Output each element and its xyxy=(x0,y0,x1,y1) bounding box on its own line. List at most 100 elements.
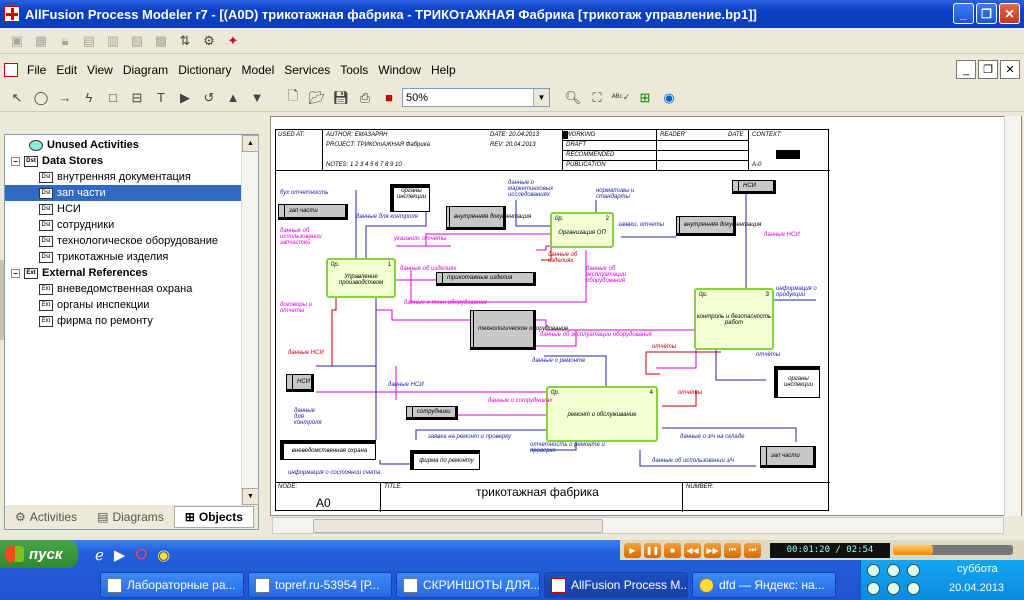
report-icon[interactable]: ▤ xyxy=(78,31,100,51)
play-icon[interactable]: ▶ xyxy=(624,542,641,558)
stop-icon[interactable]: ■ xyxy=(664,542,681,558)
external-reference[interactable]: фирма по ремонту xyxy=(410,450,480,470)
undo-icon[interactable]: ↺ xyxy=(198,88,220,108)
activity-box[interactable]: 0р. ремонт и обслуживание 4 xyxy=(546,386,658,442)
menu-model[interactable]: Model xyxy=(237,63,280,77)
minimize-button[interactable]: _ xyxy=(953,3,974,24)
lock-icon[interactable]: 🔒︎ xyxy=(54,31,76,51)
scroll-up-icon[interactable]: ▲ xyxy=(242,135,259,152)
model-icon[interactable]: ▣ xyxy=(6,31,28,51)
chevron-down-icon[interactable]: ▼ xyxy=(533,89,549,106)
task-button[interactable]: dfd — Яндекс: на... xyxy=(692,572,836,598)
next-icon[interactable]: ⏭ xyxy=(744,542,761,558)
external-reference[interactable]: органы инспекции xyxy=(390,184,430,212)
squiggle-tool-icon[interactable]: ϟ xyxy=(78,88,100,108)
color-icon[interactable]: ■ xyxy=(378,88,400,108)
pause-icon[interactable]: ❚❚ xyxy=(644,542,661,558)
external-reference[interactable]: вневедомственная охрана xyxy=(280,440,376,460)
doc-minimize-button[interactable]: _ xyxy=(956,60,976,79)
zoom-select[interactable]: 50% ▼ xyxy=(402,88,550,107)
tab-activities[interactable]: ⚙ Activities xyxy=(5,510,87,524)
diagram-canvas[interactable]: USED AT: AUTHOR: ЕМАЗАРЯН PROJECT: ТРИКО… xyxy=(270,116,1022,516)
document-icon[interactable] xyxy=(4,63,18,77)
go-child-icon[interactable]: ▶ xyxy=(174,88,196,108)
open-icon[interactable]: 📂︎ xyxy=(306,88,328,108)
data-store[interactable]: внутренняя документация xyxy=(676,216,761,236)
go-up-icon[interactable]: ▲ xyxy=(222,88,244,108)
menu-window[interactable]: Window xyxy=(373,63,426,77)
tree-ds-item[interactable]: Dst внутренняя документация xyxy=(39,169,191,185)
antivirus-icon[interactable] xyxy=(887,564,900,577)
box-tool-icon[interactable]: □ xyxy=(102,88,124,108)
volume-icon[interactable] xyxy=(907,564,920,577)
canvas-horizontal-scrollbar[interactable] xyxy=(272,517,1004,534)
menu-diagram[interactable]: Diagram xyxy=(118,63,173,77)
tree-unused-activities[interactable]: Unused Activities xyxy=(29,137,139,153)
media-progress[interactable] xyxy=(893,545,1013,555)
model-explorer-icon[interactable]: ▦ xyxy=(30,31,52,51)
tab-objects[interactable]: ⊞ Objects xyxy=(173,506,254,528)
network-icon[interactable] xyxy=(867,564,880,577)
tree-ds-item[interactable]: Dst трикотажные изделия xyxy=(39,249,168,265)
menu-edit[interactable]: Edit xyxy=(51,63,82,77)
security-icon[interactable] xyxy=(907,582,920,595)
data-store[interactable]: трикотажные изделия xyxy=(436,272,536,286)
menu-view[interactable]: View xyxy=(82,63,118,77)
activity-box[interactable]: 0р. контроль и безопасность работ 3 xyxy=(694,288,774,350)
properties-icon[interactable]: ⚙ xyxy=(198,31,220,51)
tree-external-references[interactable]: − Ext External References xyxy=(11,265,148,281)
task-button[interactable]: СКРИНШОТЫ ДЛЯ... xyxy=(396,572,540,598)
spell-check-icon[interactable]: ᴬᴮᶜ✓ xyxy=(610,88,632,108)
zoom-fit-icon[interactable]: ⛶ xyxy=(586,88,608,108)
text-tool-icon[interactable]: T xyxy=(150,88,172,108)
tree-ext-item[interactable]: Ext органы инспекции xyxy=(39,297,149,313)
window-title-bar[interactable]: AllFusion Process Modeler r7 - [(A0D) тр… xyxy=(0,0,1024,28)
tab-diagrams[interactable]: ▤ Diagrams xyxy=(87,510,174,524)
doc-restore-button[interactable]: ❐ xyxy=(978,60,998,79)
opera-icon[interactable]: O xyxy=(135,546,147,564)
language-icon[interactable] xyxy=(867,582,880,595)
ellipse-tool-icon[interactable]: ◯ xyxy=(30,88,52,108)
sort-icon[interactable]: ⇅ xyxy=(174,31,196,51)
start-button[interactable]: пуск xyxy=(0,540,78,568)
menu-dictionary[interactable]: Dictionary xyxy=(173,63,236,77)
canvas-vertical-scrollbar[interactable] xyxy=(1004,116,1021,516)
split-box-icon[interactable]: ⊟ xyxy=(126,88,148,108)
collapse-icon[interactable]: − xyxy=(11,268,20,278)
task-button[interactable]: Лабораторные ра... xyxy=(100,572,244,598)
tree-icon[interactable]: ⊞ xyxy=(634,88,656,108)
split-icon[interactable]: ▧ xyxy=(126,31,148,51)
tree-ds-item[interactable]: Dst технологическое оборудование xyxy=(39,233,218,249)
grid-icon[interactable]: ▩ xyxy=(150,31,172,51)
tree-ds-item[interactable]: Dst НСИ xyxy=(39,201,81,217)
menu-services[interactable]: Services xyxy=(279,63,335,77)
tree-data-stores[interactable]: − Dst Data Stores xyxy=(11,153,103,169)
zoom-in-icon[interactable]: 🔍︎ xyxy=(562,88,584,108)
activity-box[interactable]: 0р. Организация ОП 2 xyxy=(550,212,614,248)
tree-ds-item[interactable]: Dst зап части xyxy=(5,185,241,201)
close-button[interactable]: ✕ xyxy=(999,3,1020,24)
data-store[interactable]: НСИ xyxy=(732,180,776,194)
tree-vertical-scrollbar[interactable]: ▲ ▼ xyxy=(241,135,259,505)
data-store[interactable]: внутренняя документация xyxy=(446,206,531,230)
users-icon[interactable]: ✦ xyxy=(222,31,244,51)
doc-close-button[interactable]: ✕ xyxy=(1000,60,1020,79)
menu-help[interactable]: Help xyxy=(426,63,461,77)
save-icon[interactable]: 💾︎ xyxy=(330,88,352,108)
new-icon[interactable]: 🗋 xyxy=(282,88,304,108)
globe-icon[interactable]: ◉ xyxy=(658,88,680,108)
scroll-thumb[interactable] xyxy=(313,519,603,533)
data-store[interactable]: сотрудники xyxy=(406,406,458,420)
rewind-icon[interactable]: ◀◀ xyxy=(684,542,701,558)
ie-icon[interactable]: ℯ xyxy=(95,546,104,564)
menu-file[interactable]: File xyxy=(22,63,51,77)
task-button[interactable]: AllFusion Process M... xyxy=(544,572,688,598)
activity-box[interactable]: 0р. Управление производством 1 xyxy=(326,258,396,298)
external-reference[interactable]: органы инспекции xyxy=(774,366,820,398)
menu-tools[interactable]: Tools xyxy=(335,63,373,77)
data-store[interactable]: зап части xyxy=(760,446,816,468)
forward-icon[interactable]: ▶▶ xyxy=(704,542,721,558)
data-store[interactable]: зап части xyxy=(278,204,348,220)
task-button[interactable]: topref.ru-53954 [Р... xyxy=(248,572,392,598)
restore-button[interactable]: ❐ xyxy=(976,3,997,24)
